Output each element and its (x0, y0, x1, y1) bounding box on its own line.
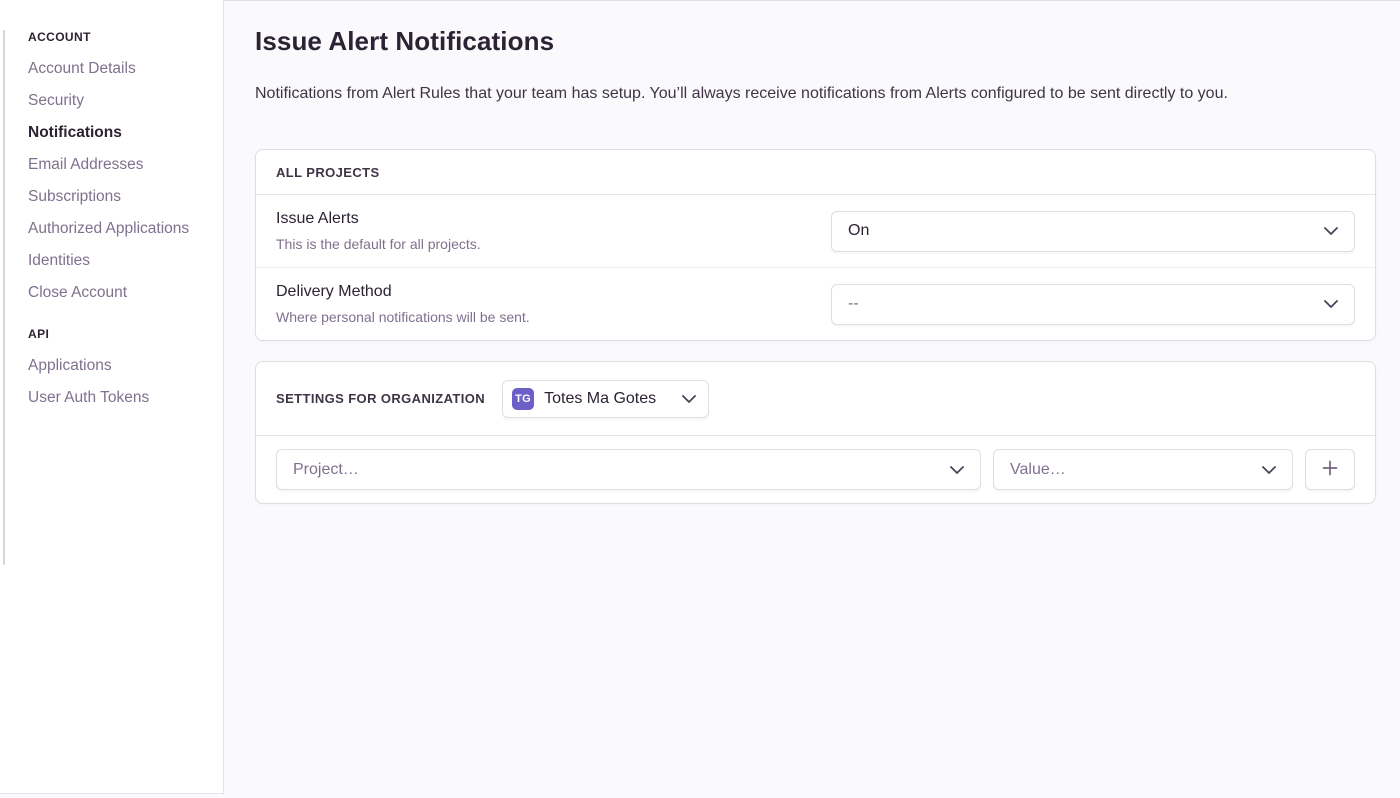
sidebar-item-user-auth-tokens[interactable]: User Auth Tokens (28, 389, 207, 406)
delivery-method-help: Where personal notifications will be sen… (276, 309, 530, 326)
sidebar-section-api: API Applications User Auth Tokens (28, 327, 207, 406)
sidebar-item-account-details[interactable]: Account Details (28, 60, 207, 77)
page-title: Issue Alert Notifications (255, 25, 1376, 57)
issue-alerts-row: Issue Alerts This is the default for all… (256, 195, 1375, 267)
sidebar-item-security[interactable]: Security (28, 92, 207, 109)
sidebar-item-applications[interactable]: Applications (28, 357, 207, 374)
delivery-method-labels: Delivery Method Where personal notificat… (276, 282, 530, 326)
chevron-down-icon (682, 395, 696, 403)
organization-select[interactable]: TG Totes Ma Gotes (502, 380, 709, 418)
sidebar-heading-account: ACCOUNT (28, 30, 207, 44)
sidebar-item-email-addresses[interactable]: Email Addresses (28, 156, 207, 173)
page-description: Notifications from Alert Rules that your… (255, 83, 1376, 105)
issue-alerts-labels: Issue Alerts This is the default for all… (276, 209, 481, 253)
organization-panel-header: SETTINGS FOR ORGANIZATION TG Totes Ma Go… (256, 362, 1375, 436)
delivery-method-select[interactable]: -- (831, 284, 1355, 325)
issue-alerts-select[interactable]: On (831, 211, 1355, 252)
all-projects-panel: ALL PROJECTS Issue Alerts This is the de… (255, 149, 1376, 341)
issue-alerts-help: This is the default for all projects. (276, 236, 481, 253)
sidebar-item-identities[interactable]: Identities (28, 252, 207, 269)
sidebar-item-subscriptions[interactable]: Subscriptions (28, 188, 207, 205)
main-content: Issue Alert Notifications Notifications … (224, 0, 1400, 798)
delivery-method-select-value: -- (848, 295, 859, 313)
chevron-down-icon (1324, 227, 1338, 235)
chevron-down-icon (950, 466, 964, 474)
organization-panel-heading: SETTINGS FOR ORGANIZATION (276, 391, 485, 406)
settings-sidebar: ACCOUNT Account Details Security Notific… (0, 0, 224, 794)
all-projects-panel-header: ALL PROJECTS (256, 150, 1375, 195)
issue-alerts-label: Issue Alerts (276, 209, 481, 229)
organization-name: Totes Ma Gotes (544, 390, 656, 408)
sidebar-item-close-account[interactable]: Close Account (28, 284, 207, 301)
project-filter-row: Project… Value… (256, 436, 1375, 503)
value-select-placeholder: Value… (1010, 461, 1066, 479)
sidebar-section-account: ACCOUNT Account Details Security Notific… (28, 30, 207, 301)
sidebar-scrollbar[interactable] (3, 30, 5, 565)
chevron-down-icon (1324, 300, 1338, 308)
sidebar-heading-api: API (28, 327, 207, 341)
project-select[interactable]: Project… (276, 449, 981, 490)
delivery-method-row: Delivery Method Where personal notificat… (256, 267, 1375, 340)
delivery-method-label: Delivery Method (276, 282, 530, 302)
chevron-down-icon (1262, 466, 1276, 474)
organization-avatar: TG (512, 388, 534, 410)
organization-panel: SETTINGS FOR ORGANIZATION TG Totes Ma Go… (255, 361, 1376, 504)
project-select-placeholder: Project… (293, 461, 359, 479)
issue-alerts-select-value: On (848, 222, 869, 240)
sidebar-item-notifications[interactable]: Notifications (28, 124, 207, 141)
value-select[interactable]: Value… (993, 449, 1293, 490)
plus-icon (1321, 459, 1339, 480)
sidebar-item-authorized-applications[interactable]: Authorized Applications (28, 220, 207, 237)
add-project-setting-button[interactable] (1305, 449, 1355, 490)
